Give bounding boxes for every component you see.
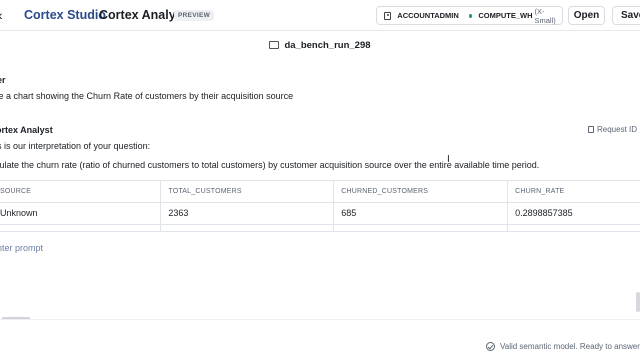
warehouse-size: (X-Small) — [534, 6, 556, 25]
role-label: ACCOUNTADMIN — [397, 11, 459, 20]
save-button[interactable]: Save — [612, 6, 640, 25]
table-header-row: SOURCE TOTAL_CUSTOMERS CHURNED_CUSTOMERS… — [0, 181, 640, 203]
scrollbar[interactable] — [636, 292, 640, 312]
text-cursor-icon: I — [447, 154, 450, 165]
table-cell — [333, 224, 509, 231]
table-cell — [507, 224, 640, 231]
app-title[interactable]: Cortex Studio — [24, 8, 106, 22]
file-name: da_bench_run_298 — [284, 40, 371, 51]
top-bar: ‹ Cortex Studio Cortex Analyst PREVIEW A… — [0, 0, 640, 31]
context-selector[interactable]: ACCOUNTADMIN COMPUTE_WH (X-Small) — [376, 6, 563, 25]
analyst-label: ortex Analyst — [0, 125, 53, 135]
table-cell: 0.2898857385 — [507, 202, 640, 225]
status-bar: Valid semantic model. Ready to answer y — [0, 334, 640, 360]
file-name-row: da_bench_run_298 — [0, 40, 640, 51]
table-cell — [0, 224, 162, 231]
prompt-input[interactable] — [0, 243, 397, 253]
results-table: SOURCE TOTAL_CUSTOMERS CHURNED_CUSTOMERS… — [0, 180, 640, 232]
user-label: er — [0, 75, 6, 85]
column-header[interactable]: CHURNED_CUSTOMERS — [333, 181, 509, 203]
role-icon — [384, 11, 392, 20]
copy-icon — [588, 126, 594, 133]
column-header[interactable]: SOURCE — [0, 181, 162, 203]
status-text: Valid semantic model. Ready to answer y — [500, 342, 640, 351]
interpretation-text: culate the churn rate (ratio of churned … — [0, 160, 540, 170]
column-header[interactable]: CHURN_RATE — [507, 181, 640, 203]
check-circle-icon — [486, 342, 495, 351]
table-cell: 685 — [333, 202, 509, 225]
request-id-button[interactable]: Request ID — [588, 125, 637, 134]
table-row: Unknown 2363 685 0.2898857385 — [0, 202, 640, 225]
warehouse-label: COMPUTE_WH — [478, 11, 533, 20]
file-icon — [269, 41, 280, 49]
user-message: ke a chart showing the Churn Rate of cus… — [0, 91, 294, 101]
preview-badge: PREVIEW — [174, 10, 215, 21]
table-cell: 2363 — [160, 202, 335, 225]
table-cell — [160, 224, 335, 231]
back-icon[interactable]: ‹ — [0, 7, 10, 23]
request-id-label: Request ID — [597, 125, 638, 134]
interpretation-intro: s is our interpretation of your question… — [0, 141, 151, 151]
divider — [0, 319, 640, 320]
open-button[interactable]: Open — [568, 6, 605, 25]
table-row — [0, 224, 640, 231]
column-header[interactable]: TOTAL_CUSTOMERS — [160, 181, 335, 203]
warehouse-status-dot — [468, 13, 473, 18]
table-cell: Unknown — [0, 202, 162, 225]
